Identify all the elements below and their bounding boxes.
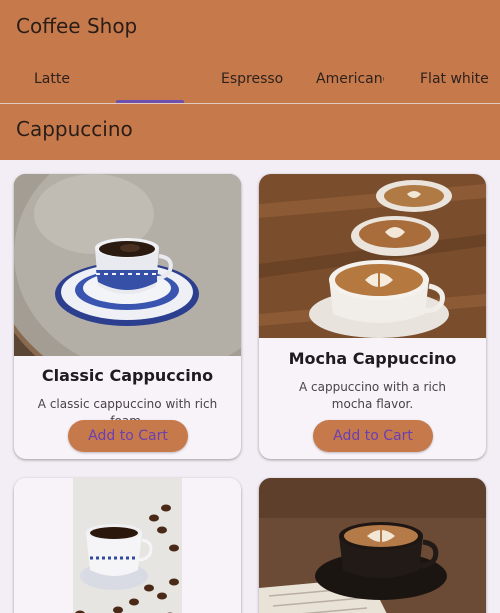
tab-latte[interactable]: Latte [34,56,94,103]
product-description: A cappuccino with a rich mocha flavor. [298,380,447,411]
product-card [14,478,241,613]
product-card: Classic Cappuccino A classic cappuccino … [14,174,241,459]
cup-on-marble-table-image [14,174,241,356]
category-tabs: Latte Espresso Americano Flat white [0,56,500,104]
product-card: Mocha Cappuccino A cappuccino with a ric… [259,174,486,459]
tab-espresso[interactable]: Espresso [221,56,291,103]
product-grid: Classic Cappuccino A classic cappuccino … [0,160,500,613]
section-title: Cappuccino [16,117,133,141]
product-name: Mocha Cappuccino [288,349,457,368]
app-title: Coffee Shop [16,14,138,38]
product-card [259,478,486,613]
add-to-cart-button[interactable]: Add to Cart [313,420,433,452]
tab-americano[interactable]: Americano [316,56,384,103]
latte-art-cups-row-image [259,174,486,338]
tab-cappuccino-selected[interactable] [116,56,184,103]
latte-with-book-image [259,478,486,613]
tab-indicator [116,100,184,103]
add-to-cart-button[interactable]: Add to Cart [68,420,188,452]
app-bar: Coffee Shop Latte Espresso Americano Fla… [0,0,500,160]
tab-flat-white[interactable]: Flat white [420,56,500,103]
cup-with-coffee-beans-image [14,478,241,613]
product-name: Classic Cappuccino [41,366,214,385]
